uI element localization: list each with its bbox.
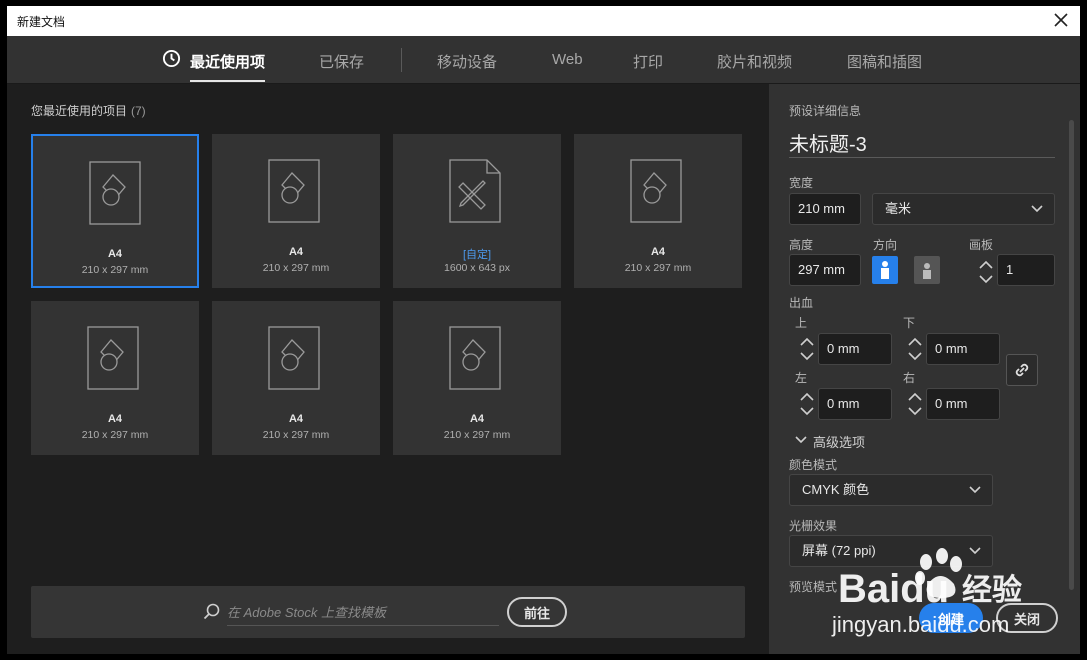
recent-item[interactable]: A4 210 x 297 mm	[212, 301, 380, 455]
advanced-options-label: 高级选项	[813, 435, 866, 450]
stock-search-bar: 前往	[31, 586, 745, 638]
recent-count: (7)	[131, 104, 146, 118]
recent-item[interactable]: A4 210 x 297 mm	[393, 301, 561, 455]
item-size: 210 x 297 mm	[262, 262, 330, 274]
bleed-left-label: 左	[795, 371, 808, 385]
go-button[interactable]: 前往	[507, 597, 567, 627]
title-bar: 新建文档	[7, 6, 1080, 36]
clock-icon	[162, 49, 181, 68]
tab-saved[interactable]: 已保存	[319, 51, 364, 72]
item-size: 1600 x 643 px	[444, 262, 510, 274]
recent-item[interactable]: A4 210 x 297 mm	[574, 134, 742, 288]
scrollbar[interactable]	[1069, 120, 1074, 590]
landscape-person-icon	[923, 263, 931, 279]
bleed-left-field[interactable]: 0 mm	[818, 388, 892, 420]
chevron-down-icon	[969, 486, 981, 494]
tab-divider	[401, 48, 402, 72]
recent-heading: 您最近使用的项目 (7)	[31, 102, 146, 119]
document-shapes-icon	[87, 326, 139, 390]
category-tabs: 最近使用项 已保存 移动设备 Web 打印 胶片和视频 图稿和插图	[7, 36, 1080, 84]
document-shapes-icon	[268, 326, 320, 390]
tab-art-illustration[interactable]: 图稿和插图	[847, 51, 922, 72]
tab-web[interactable]: Web	[552, 51, 583, 68]
landscape-button[interactable]	[914, 256, 940, 284]
item-size: 210 x 297 mm	[443, 429, 511, 441]
window-title: 新建文档	[17, 15, 66, 29]
orientation-label: 方向	[873, 238, 898, 252]
item-size: 210 x 297 mm	[81, 429, 149, 441]
bleed-right-field[interactable]: 0 mm	[926, 388, 1000, 420]
watermark-brand: Baidu	[838, 567, 949, 611]
bleed-top-field[interactable]: 0 mm	[818, 333, 892, 365]
bleed-right-label: 右	[903, 371, 916, 385]
item-size: 210 x 297 mm	[81, 264, 149, 276]
height-field[interactable]: 297 mm	[789, 254, 861, 286]
color-mode-value: CMYK 颜色	[802, 482, 870, 497]
bleed-bottom-stepper-icon[interactable]	[905, 333, 925, 365]
chevron-down-icon	[795, 436, 807, 444]
tab-mobile[interactable]: 移动设备	[437, 51, 497, 72]
close-icon[interactable]	[1052, 11, 1070, 29]
raster-effects-label: 光栅效果	[789, 519, 838, 533]
search-icon	[203, 603, 220, 620]
artboards-label: 画板	[969, 238, 994, 252]
baidu-jingyan-watermark: Baidu 经验 jingyan.baidu.com	[831, 548, 1022, 637]
tab-film-video[interactable]: 胶片和视频	[717, 51, 792, 72]
item-size: 210 x 297 mm	[262, 429, 330, 441]
recent-items-panel: 您最近使用的项目 (7) A4 210 x 297 mm A4 210 x 297…	[7, 84, 769, 654]
bleed-label: 出血	[789, 296, 814, 310]
link-bleed-button[interactable]	[1006, 354, 1038, 386]
bleed-left-stepper-icon[interactable]	[797, 388, 817, 420]
item-name: A4	[650, 246, 666, 258]
width-label: 宽度	[789, 176, 814, 190]
portrait-button[interactable]	[872, 256, 898, 284]
chevron-down-icon	[1031, 205, 1043, 213]
recent-item[interactable]: A4 210 x 297 mm	[212, 134, 380, 288]
item-name: A4	[469, 413, 485, 425]
item-size: 210 x 297 mm	[624, 262, 692, 274]
item-name: A4	[288, 413, 304, 425]
recent-item[interactable]: A4 210 x 297 mm	[31, 134, 199, 288]
bleed-bottom-label: 下	[903, 316, 916, 330]
watermark-brand-cn: 经验	[962, 573, 1022, 608]
document-shapes-icon	[449, 326, 501, 390]
stock-search-input[interactable]	[227, 600, 499, 626]
document-shapes-icon	[268, 159, 320, 223]
recent-item[interactable]: A4 210 x 297 mm	[31, 301, 199, 455]
bleed-bottom-field[interactable]: 0 mm	[926, 333, 1000, 365]
link-icon	[1015, 363, 1029, 377]
bleed-top-label: 上	[795, 316, 808, 330]
color-mode-label: 颜色模式	[789, 458, 838, 472]
unit-select[interactable]: 毫米	[872, 193, 1055, 225]
advanced-options-toggle[interactable]: 高级选项	[795, 432, 865, 451]
recent-heading-label: 您最近使用的项目	[31, 104, 128, 118]
document-name-input[interactable]	[789, 128, 1055, 158]
item-name: A4	[288, 246, 304, 258]
recent-item[interactable]: [自定] 1600 x 643 px	[393, 134, 561, 288]
item-name: A4	[107, 413, 123, 425]
item-name: A4	[107, 248, 123, 260]
tab-print[interactable]: 打印	[633, 51, 663, 72]
tab-recent[interactable]: 最近使用项	[190, 51, 266, 82]
width-field[interactable]: 210 mm	[789, 193, 861, 225]
artboards-field[interactable]: 1	[997, 254, 1055, 286]
portrait-person-icon	[881, 261, 889, 279]
bleed-top-stepper-icon[interactable]	[797, 333, 817, 365]
item-name: [自定]	[462, 249, 492, 261]
bleed-right-stepper-icon[interactable]	[905, 388, 925, 420]
artboards-stepper-icon[interactable]	[976, 256, 996, 288]
watermark-url: jingyan.baidu.com	[831, 612, 1009, 637]
unit-value: 毫米	[885, 201, 912, 216]
document-shapes-icon	[89, 161, 141, 225]
document-shapes-icon	[630, 159, 682, 223]
height-label: 高度	[789, 238, 814, 252]
color-mode-select[interactable]: CMYK 颜色	[789, 474, 993, 506]
document-pencil-ruler-icon	[449, 159, 501, 223]
preset-heading: 预设详细信息	[789, 104, 862, 118]
